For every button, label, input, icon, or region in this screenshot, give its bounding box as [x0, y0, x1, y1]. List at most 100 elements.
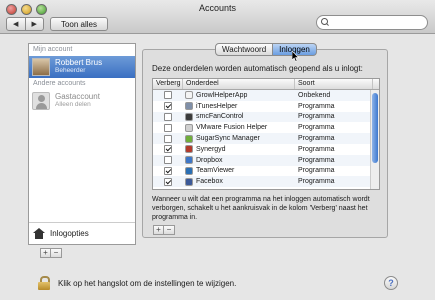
table-header: Verberg Onderdeel Soort [153, 79, 379, 90]
item-kind: Programma [298, 102, 335, 110]
other-accounts-header: Andere accounts [33, 80, 86, 87]
hide-checkbox[interactable] [164, 102, 172, 111]
account-role: Alleen delen [55, 101, 91, 108]
table-row[interactable]: VMware Fusion Helper Programma [153, 122, 379, 133]
item-name: GrowlHelperApp [196, 91, 248, 99]
column-item[interactable]: Onderdeel [183, 79, 295, 89]
account-robbert-brus[interactable]: Robbert Brus Beheerder [29, 56, 135, 78]
account-name: Robbert Brus [55, 58, 103, 67]
hide-checkbox[interactable] [164, 91, 172, 100]
item-name: Synergyd [196, 145, 226, 153]
avatar [32, 58, 50, 76]
scroll-thumb[interactable] [372, 93, 378, 163]
vertical-scrollbar[interactable] [370, 90, 379, 189]
hide-checkbox[interactable] [164, 177, 172, 186]
hide-checkbox[interactable] [164, 145, 172, 154]
tab-bar: Wachtwoord Inloggen [215, 43, 317, 56]
account-role: Beheerder [55, 67, 86, 74]
tab-password[interactable]: Wachtwoord [215, 43, 274, 56]
item-kind: Onbekend [298, 91, 331, 99]
table-row[interactable]: Dropbox Programma [153, 154, 379, 166]
item-name: VMware Fusion Helper [196, 124, 268, 132]
hide-checkbox[interactable] [164, 166, 172, 175]
login-options-label: Inlogopties [50, 229, 89, 238]
table-row[interactable]: iTunesHelper Programma [153, 101, 379, 112]
column-kind[interactable]: Soort [295, 79, 373, 89]
column-hide[interactable]: Verberg [153, 79, 183, 89]
item-kind: Programma [298, 145, 335, 153]
item-kind: Programma [298, 178, 335, 186]
house-icon [33, 228, 45, 239]
lock-icon[interactable] [38, 276, 50, 290]
app-icon [185, 91, 193, 100]
app-icon [185, 102, 193, 111]
item-kind: Programma [298, 135, 335, 143]
back-button[interactable]: ◀ [7, 18, 25, 30]
app-icon [185, 123, 193, 132]
table-row[interactable]: Synergyd Programma [153, 144, 379, 155]
hide-checkbox[interactable] [164, 112, 172, 121]
item-kind: Programma [298, 156, 335, 164]
item-cell: Facebox [183, 177, 295, 186]
login-items-table: Verberg Onderdeel Soort GrowlHelperApp On… [152, 78, 380, 190]
table-row[interactable]: TeamViewer Programma [153, 166, 379, 177]
table-row[interactable]: smcFanControl Programma [153, 111, 379, 123]
app-icon [185, 177, 193, 186]
back-forward-group: ◀ ▶ [6, 17, 44, 31]
login-options-item[interactable]: Inlogopties [29, 222, 135, 244]
title-bar: Accounts ◀ ▶ Toon alles [0, 0, 435, 34]
hide-cell [153, 145, 183, 154]
forward-button[interactable]: ▶ [24, 18, 44, 30]
table-row[interactable]: Facebox Programma [153, 176, 379, 188]
hide-checkbox[interactable] [164, 123, 172, 132]
show-all-button[interactable]: Toon alles [50, 17, 108, 31]
guest-user-icon [32, 92, 50, 110]
hide-cell [153, 177, 183, 186]
my-account-header: Mijn account [33, 46, 73, 53]
table-row[interactable]: GrowlHelperApp Onbekend [153, 90, 379, 101]
hide-hint-text: Wanneer u wilt dat een programma na het … [152, 196, 370, 221]
remove-login-item-button[interactable]: − [164, 225, 175, 235]
app-icon [185, 145, 193, 154]
search-icon [321, 18, 330, 27]
item-name: Dropbox [196, 156, 223, 164]
item-kind: Programma [298, 113, 335, 121]
hide-cell [153, 102, 183, 111]
item-cell: TeamViewer [183, 166, 295, 175]
app-icon [185, 166, 193, 175]
lock-hint-text: Klik op het hangslot om de instellingen … [58, 279, 237, 288]
item-kind: Programma [298, 167, 335, 175]
item-name: Facebox [196, 178, 223, 186]
hide-cell [153, 123, 183, 132]
item-cell: VMware Fusion Helper [183, 123, 295, 132]
hide-checkbox[interactable] [164, 156, 172, 165]
chevron-right-icon: ▶ [31, 21, 37, 28]
app-icon [185, 156, 193, 165]
search-field[interactable] [316, 15, 428, 30]
help-button[interactable]: ? [384, 276, 398, 290]
add-account-button[interactable]: + [40, 248, 51, 258]
remove-account-button[interactable]: − [51, 248, 62, 258]
mouse-cursor-icon [292, 51, 300, 62]
search-input[interactable] [330, 18, 420, 27]
item-name: iTunesHelper [196, 102, 238, 110]
app-icon [185, 134, 193, 143]
item-cell: iTunesHelper [183, 102, 295, 111]
hide-cell [153, 134, 183, 143]
add-login-item-button[interactable]: + [153, 225, 164, 235]
hide-cell [153, 156, 183, 165]
item-name: SugarSync Manager [196, 135, 260, 143]
account-guest[interactable]: Gastaccount Alleen delen [29, 90, 135, 112]
table-row[interactable]: SugarSync Manager Programma [153, 133, 379, 144]
item-cell: Synergyd [183, 145, 295, 154]
login-items-description: Deze onderdelen worden automatisch geope… [152, 64, 363, 73]
chevron-left-icon: ◀ [13, 21, 19, 28]
hide-checkbox[interactable] [164, 134, 172, 143]
item-cell: SugarSync Manager [183, 134, 295, 143]
accounts-list: Mijn account Robbert Brus Beheerder Ande… [28, 43, 136, 245]
item-kind: Programma [298, 124, 335, 132]
account-add-remove: + − [40, 248, 62, 258]
item-cell: GrowlHelperApp [183, 91, 295, 100]
hide-cell [153, 91, 183, 100]
window-title: Accounts [198, 3, 237, 13]
